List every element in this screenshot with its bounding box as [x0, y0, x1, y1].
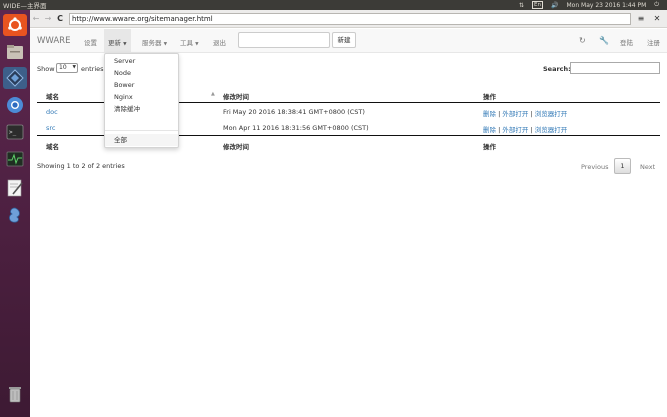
nav-server-label: 服务器	[142, 39, 162, 47]
browser-window: ← → C http://www.wware.org/sitemanager.h…	[30, 10, 667, 417]
caret-down-icon: ▼	[72, 65, 76, 70]
files-icon[interactable]	[3, 41, 27, 63]
close-icon[interactable]: ✕	[651, 14, 663, 23]
address-bar-row: ← → C http://www.wware.org/sitemanager.h…	[30, 10, 667, 28]
clock[interactable]: Mon May 23 2016 1:44 PM	[566, 2, 646, 9]
refresh-icon[interactable]: ↻	[579, 36, 586, 45]
menu-icon[interactable]: ≡	[635, 14, 647, 23]
dropdown-divider	[105, 130, 178, 131]
footer-column-domain: 域名	[46, 143, 59, 151]
action-separator: |	[498, 126, 501, 134]
system-monitor-icon[interactable]	[3, 148, 27, 170]
column-header-domain[interactable]: 域名	[46, 91, 59, 101]
domain-link[interactable]: doc	[46, 108, 58, 116]
modified-time: Mon Apr 11 2016 18:31:56 GMT+0800 (CST)	[223, 124, 369, 132]
nav-logout[interactable]: 退出	[213, 37, 226, 47]
row-actions: 删除 | 外部打开 | 浏览器打开	[483, 108, 567, 118]
wrench-icon[interactable]: 🔧	[599, 36, 609, 45]
url-field[interactable]: http://www.wware.org/sitemanager.html	[69, 12, 631, 25]
page-size-value: 10	[59, 64, 67, 71]
action-separator: |	[530, 126, 533, 134]
keyboard-layout-indicator[interactable]: En	[532, 1, 543, 9]
svg-text:>_: >_	[9, 129, 17, 136]
update-dropdown-menu: Server Node Bower Nginx 清除缓冲 全部	[104, 53, 179, 148]
delete-link[interactable]: 删除	[483, 126, 496, 134]
sort-asc-icon[interactable]: ▲	[211, 91, 215, 97]
nav-tools-dropdown[interactable]: 工具 ▼	[180, 37, 199, 47]
domain-link[interactable]: src	[46, 124, 56, 132]
wide-ide-icon[interactable]	[3, 67, 27, 89]
dropdown-item-node[interactable]: Node	[105, 67, 178, 79]
show-label: Show	[37, 65, 55, 73]
brand[interactable]: WWARE	[37, 36, 70, 46]
action-separator: |	[498, 110, 501, 118]
footer-column-modified: 修改时间	[223, 143, 249, 151]
caret-down-icon: ▼	[195, 42, 199, 47]
open-external-link[interactable]: 外部打开	[502, 110, 528, 118]
page-size-select[interactable]: 10 ▼	[56, 63, 78, 73]
dropdown-item-bower[interactable]: Bower	[105, 79, 178, 91]
nav-update-dropdown[interactable]: 更新 ▼	[104, 29, 131, 53]
chromium-browser-icon[interactable]	[3, 94, 27, 116]
delete-link[interactable]: 删除	[483, 110, 496, 118]
app-icon[interactable]	[3, 204, 27, 226]
caret-down-icon: ▼	[163, 42, 168, 47]
footer-column-actions: 操作	[483, 143, 496, 151]
dropdown-item-all[interactable]: 全部	[105, 134, 178, 146]
terminal-icon[interactable]: >_	[3, 121, 27, 143]
power-icon[interactable]: ⏻	[654, 1, 659, 9]
top-panel: WIDE—主界面 ⇅ En 🔊 Mon May 23 2016 1:44 PM …	[0, 0, 667, 10]
modified-time: Fri May 20 2016 18:38:41 GMT+0800 (CST)	[223, 108, 365, 116]
window-title: WIDE—主界面	[3, 2, 47, 10]
nav-settings[interactable]: 设置	[84, 37, 97, 47]
back-icon[interactable]: ←	[30, 14, 42, 23]
new-button[interactable]: 新建	[332, 32, 356, 48]
column-header-modified[interactable]: 修改时间	[223, 91, 249, 101]
pagination-previous[interactable]: Previous	[581, 163, 608, 171]
launcher: >_	[0, 10, 30, 417]
action-separator: |	[530, 110, 533, 118]
nav-register[interactable]: 注册	[647, 37, 660, 47]
entries-label: entries	[81, 65, 104, 73]
trash-icon[interactable]	[3, 383, 27, 405]
forward-icon[interactable]: →	[42, 14, 54, 23]
open-browser-link[interactable]: 浏览器打开	[535, 110, 568, 118]
dropdown-item-server[interactable]: Server	[105, 55, 178, 67]
volume-icon[interactable]: 🔊	[551, 2, 558, 9]
pagination-next[interactable]: Next	[640, 163, 655, 171]
open-browser-link[interactable]: 浏览器打开	[535, 126, 568, 134]
nav-login[interactable]: 登陆	[620, 37, 633, 47]
caret-down-icon: ▼	[123, 42, 127, 47]
pagination-page-1[interactable]: 1	[614, 158, 631, 174]
nav-server-dropdown[interactable]: 服务器 ▼	[142, 37, 167, 47]
keyboard-layout-badge: En	[532, 1, 543, 9]
search-label: Search:	[543, 65, 571, 73]
table-info: Showing 1 to 2 of 2 entries	[37, 162, 125, 170]
search-input[interactable]	[570, 62, 660, 74]
text-editor-icon[interactable]	[3, 177, 27, 199]
nav-tools-label: 工具	[180, 39, 193, 47]
new-site-input[interactable]	[238, 32, 330, 48]
dropdown-item-nginx[interactable]: Nginx	[105, 91, 178, 103]
column-header-actions[interactable]: 操作	[483, 91, 496, 101]
open-external-link[interactable]: 外部打开	[502, 126, 528, 134]
ubuntu-dash-icon[interactable]	[3, 14, 27, 36]
network-icon[interactable]: ⇅	[519, 2, 524, 9]
row-actions: 删除 | 外部打开 | 浏览器打开	[483, 124, 567, 134]
reload-icon[interactable]: C	[54, 14, 66, 23]
nav-update-label: 更新	[108, 39, 121, 47]
navbar: WWARE 设置 更新 ▼ 服务器 ▼ 工具 ▼ 退出 新建 ↻ 🔧 登陆 注册	[30, 29, 667, 53]
dropdown-item-clear-cache[interactable]: 清除缓冲	[105, 103, 178, 115]
